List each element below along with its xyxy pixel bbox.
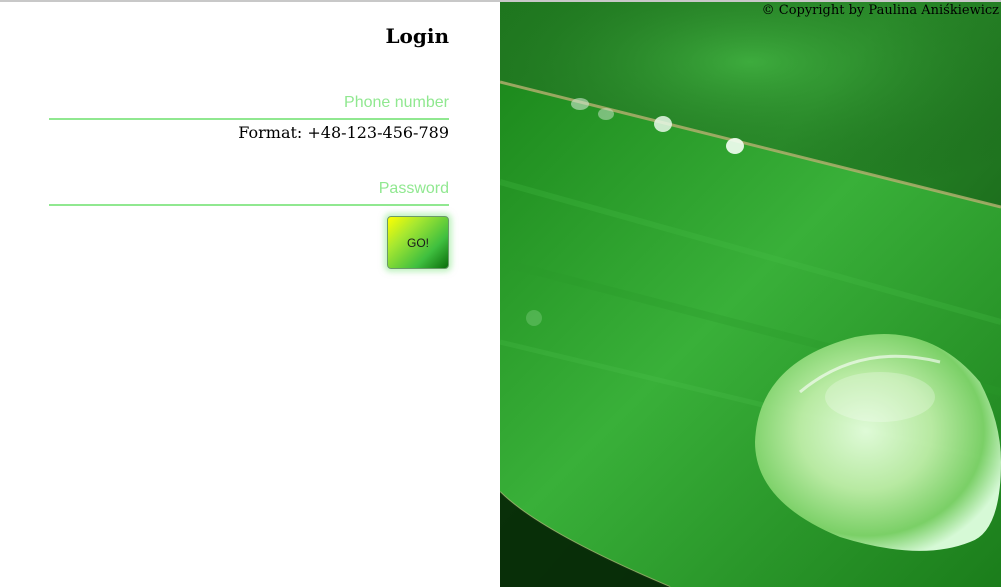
- go-button[interactable]: GO!: [387, 216, 449, 269]
- login-panel: Login Format: +48-123-456-789 GO!: [0, 2, 500, 587]
- submit-row: GO!: [49, 216, 449, 276]
- password-field-wrapper: [49, 164, 449, 206]
- phone-number-input[interactable]: [49, 94, 449, 112]
- phone-field-wrapper: [49, 78, 449, 120]
- login-page: Login Format: +48-123-456-789 GO!: [0, 0, 1001, 587]
- photo-panel: © Copyright by Paulina Aniśkiewicz: [500, 2, 1001, 587]
- copyright-notice: © Copyright by Paulina Aniśkiewicz: [761, 3, 999, 18]
- password-input[interactable]: [49, 180, 449, 198]
- login-form: Login Format: +48-123-456-789 GO!: [49, 2, 449, 276]
- phone-format-hint: Format: +48-123-456-789: [238, 123, 449, 142]
- leaf-droplet-photo: [500, 2, 1001, 587]
- page-title: Login: [385, 24, 449, 48]
